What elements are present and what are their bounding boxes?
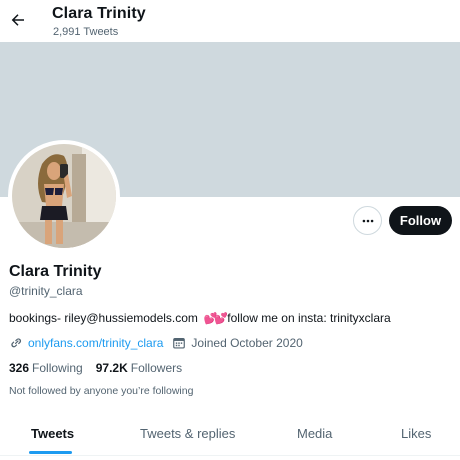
bio-text-start: bookings- riley@hussiemodels.com (9, 311, 202, 325)
header-title: Clara Trinity (52, 5, 146, 22)
link-icon (11, 338, 22, 348)
followed-by-note: Not followed by anyone you’re following (9, 385, 194, 397)
profile-handle: @trinity_clara (9, 284, 83, 298)
followers-label: Followers (130, 361, 183, 375)
bio-text-end: follow me on insta: trinityxclara (227, 311, 391, 325)
arrow-left-icon (11, 14, 24, 26)
follow-stats: 326 Following 97.2K Followers (9, 361, 182, 375)
more-options-button[interactable] (353, 206, 382, 235)
followers-count: 97.2K (95, 361, 128, 375)
tab-tweets[interactable]: Tweets (31, 426, 74, 441)
avatar[interactable] (8, 140, 120, 252)
tweet-count: 2,991 Tweets (53, 26, 119, 38)
profile-bio: bookings- riley@hussiemodels.com 💕💕 follo… (9, 311, 391, 325)
profile-header: Clara Trinity 2,991 Tweets (0, 0, 460, 42)
follow-button[interactable]: Follow (389, 206, 452, 235)
profile-tabs: Tweets Tweets & replies Media Likes (0, 412, 460, 456)
following-link[interactable]: 326 Following (9, 361, 83, 375)
two-hearts-icon: 💕💕 (203, 313, 228, 325)
website-link[interactable]: onlyfans.com/trinity_clara (28, 336, 163, 350)
back-button[interactable] (6, 8, 30, 32)
join-date-text: Joined October 2020 (191, 336, 303, 350)
tab-tweets-replies[interactable]: Tweets & replies (140, 426, 235, 441)
followers-link[interactable]: 97.2K Followers (96, 361, 182, 375)
following-label: Following (32, 361, 83, 375)
following-count: 326 (9, 361, 30, 375)
more-horizontal-icon (362, 219, 373, 222)
calendar-icon (173, 338, 186, 349)
profile-display-name: Clara Trinity (9, 263, 102, 280)
tab-likes[interactable]: Likes (401, 426, 431, 441)
avatar-photo (12, 144, 116, 248)
tab-media[interactable]: Media (297, 426, 332, 441)
join-date: Joined October 2020 (172, 336, 303, 350)
profile-meta: onlyfans.com/trinity_clara Joined Octobe… (9, 336, 303, 350)
active-tab-indicator (29, 451, 72, 454)
